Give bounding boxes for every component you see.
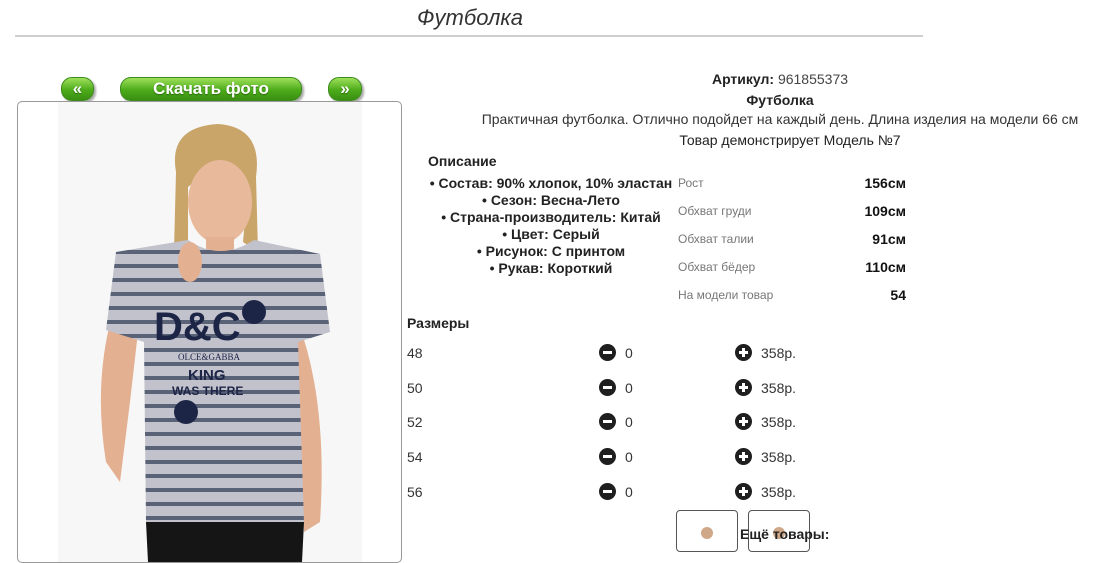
more-products-label: Ещё товары: bbox=[740, 526, 830, 542]
list-item: • Сезон: Весна-Лето bbox=[482, 192, 620, 208]
product-photo-frame: D&C OLCE&GABBA KING WAS THERE bbox=[17, 101, 402, 563]
prev-photo-button[interactable]: « bbox=[61, 77, 94, 101]
description-heading: Описание bbox=[428, 153, 497, 169]
param-label: Обхват талии bbox=[678, 232, 754, 246]
param-value: 110см bbox=[865, 259, 906, 275]
list-item: • Рукав: Короткий bbox=[489, 260, 613, 276]
param-row: Обхват талии 91см bbox=[678, 228, 908, 256]
article-line: Артикул: 961855373 bbox=[470, 71, 1090, 87]
product-name: Футболка bbox=[746, 92, 814, 108]
price-value: 358р. bbox=[761, 414, 797, 430]
increase-qty-icon[interactable] bbox=[735, 413, 752, 430]
size-row: 50 0 358р. bbox=[407, 379, 827, 401]
increase-qty-icon[interactable] bbox=[735, 483, 752, 500]
quantity-value: 0 bbox=[625, 414, 633, 430]
price-value: 358р. bbox=[761, 449, 797, 465]
quantity-value: 0 bbox=[625, 345, 633, 361]
param-row: Обхват бёдер 110см bbox=[678, 256, 908, 284]
size-row: 48 0 358р. bbox=[407, 344, 827, 366]
size-row: 54 0 358р. bbox=[407, 448, 827, 470]
increase-qty-icon[interactable] bbox=[735, 379, 752, 396]
price-value: 358р. bbox=[761, 484, 797, 500]
description-list: • Состав: 90% хлопок, 10% эластан • Сезо… bbox=[420, 175, 682, 277]
list-item: • Цвет: Серый bbox=[502, 226, 600, 242]
size-row: 56 0 358р. bbox=[407, 483, 827, 505]
param-label: Обхват груди bbox=[678, 204, 752, 218]
param-label: Обхват бёдер bbox=[678, 260, 756, 274]
decrease-qty-icon[interactable] bbox=[599, 413, 616, 430]
print-sub-text: OLCE&GABBA bbox=[178, 352, 241, 362]
decrease-qty-icon[interactable] bbox=[599, 344, 616, 361]
product-description: Практичная футболка. Отлично подойдет на… bbox=[481, 111, 1079, 127]
quantity-value: 0 bbox=[625, 484, 633, 500]
article-value: 961855373 bbox=[777, 71, 849, 87]
product-photo[interactable]: D&C OLCE&GABBA KING WAS THERE bbox=[58, 102, 362, 562]
size-row: 52 0 358р. bbox=[407, 413, 827, 435]
param-value: 109см bbox=[864, 203, 906, 219]
model-note: Товар демонстрирует Модель №7 bbox=[679, 132, 901, 148]
param-row: Рост 156см bbox=[678, 172, 908, 200]
param-row: На модели товар 54 bbox=[678, 284, 908, 312]
param-label: На модели товар bbox=[678, 288, 774, 302]
size-label: 54 bbox=[407, 449, 423, 465]
model-params-table: Рост 156см Обхват груди 109см Обхват тал… bbox=[678, 172, 908, 312]
param-value: 91см bbox=[872, 231, 906, 247]
list-item: • Состав: 90% хлопок, 10% эластан bbox=[429, 175, 673, 191]
param-row: Обхват груди 109см bbox=[678, 200, 908, 228]
size-label: 56 bbox=[407, 484, 423, 500]
title-divider bbox=[15, 35, 923, 37]
quantity-value: 0 bbox=[625, 449, 633, 465]
size-label: 50 bbox=[407, 380, 423, 396]
decrease-qty-icon[interactable] bbox=[599, 379, 616, 396]
list-item: • Рисунок: С принтом bbox=[476, 243, 626, 259]
print-brand-text: D&C bbox=[154, 305, 241, 349]
article-label: Артикул: bbox=[711, 71, 775, 87]
download-photo-button[interactable]: Скачать фото bbox=[120, 77, 302, 101]
param-value: 156см bbox=[864, 175, 906, 191]
print-line1-text: KING bbox=[188, 367, 226, 384]
increase-qty-icon[interactable] bbox=[735, 344, 752, 361]
param-value: 54 bbox=[890, 287, 906, 303]
page-title: Футболка bbox=[417, 5, 523, 30]
increase-qty-icon[interactable] bbox=[735, 448, 752, 465]
related-product-thumbnail[interactable] bbox=[676, 510, 738, 552]
next-photo-button[interactable]: » bbox=[328, 77, 362, 101]
list-item: • Страна-производитель: Китай bbox=[441, 209, 661, 225]
sizes-heading: Размеры bbox=[407, 315, 470, 331]
size-label: 52 bbox=[407, 414, 423, 430]
price-value: 358р. bbox=[761, 380, 797, 396]
decrease-qty-icon[interactable] bbox=[599, 448, 616, 465]
price-value: 358р. bbox=[761, 345, 797, 361]
decrease-qty-icon[interactable] bbox=[599, 483, 616, 500]
quantity-value: 0 bbox=[625, 380, 633, 396]
print-line2-text: WAS THERE bbox=[172, 384, 243, 398]
param-label: Рост bbox=[678, 176, 704, 190]
size-label: 48 bbox=[407, 345, 423, 361]
